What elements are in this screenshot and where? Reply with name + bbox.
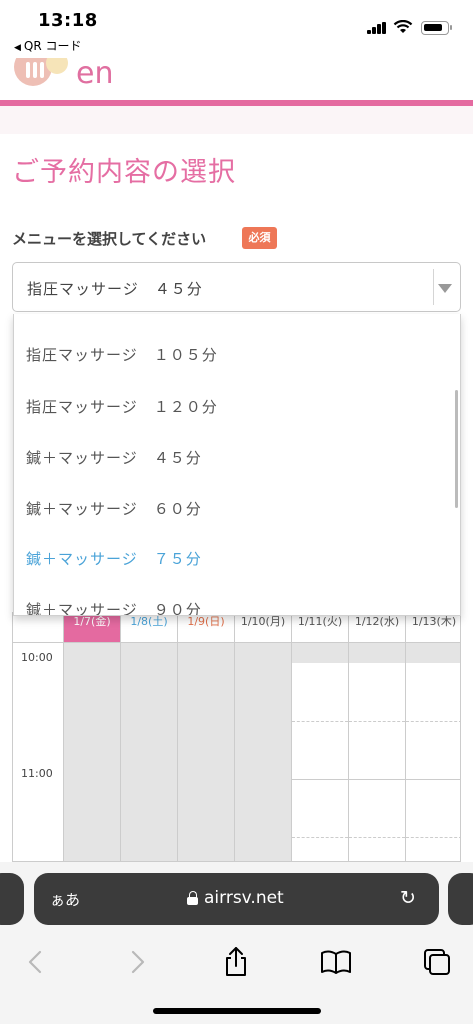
address-bar[interactable]: ぁあ airrsv.net ↻ — [34, 873, 439, 925]
logo-text: en — [76, 58, 114, 91]
back-app-label: QR コード — [23, 39, 82, 53]
select-divider — [433, 269, 434, 305]
chevron-right-icon[interactable] — [117, 942, 157, 982]
calendar-time-label: 11:00 — [21, 767, 53, 780]
calendar-day-column[interactable]: 1/9(日) — [177, 613, 234, 861]
dropdown-option[interactable]: 鍼＋マッサージ ４５分 — [26, 447, 202, 468]
site-logo[interactable]: en — [0, 58, 473, 100]
calendar-day-header: 1/10(月) — [235, 613, 291, 643]
battery-icon — [421, 21, 452, 35]
calendar-time-label: 10:00 — [21, 651, 53, 664]
calendar-day-header: 1/9(日) — [178, 613, 234, 643]
menu-select[interactable]: 指圧マッサージ ４５分 — [12, 262, 461, 312]
url-text[interactable]: airrsv.net — [204, 888, 284, 908]
share-icon[interactable] — [216, 942, 256, 982]
availability-calendar: 10:00 11:00 1/7(金) 1/8(土) 1/9(日) 1/10(月)… — [12, 612, 461, 862]
calendar-day-header: 1/13(木) — [406, 613, 460, 643]
calendar-day-column[interactable]: 1/12(水) — [348, 613, 405, 861]
wifi-icon — [393, 20, 413, 33]
cellular-signal-icon — [367, 22, 387, 34]
dropdown-scrollbar[interactable] — [455, 390, 458, 508]
menu-field-label: メニューを選択してください — [12, 230, 207, 248]
menu-select-value: 指圧マッサージ ４５分 — [27, 280, 203, 298]
required-badge: 必須 — [242, 227, 277, 249]
chevron-down-icon — [438, 284, 452, 293]
calendar-day-column[interactable]: 1/11(火) — [291, 613, 348, 861]
lock-icon — [187, 891, 199, 905]
back-to-app-link[interactable]: ◀ QR コード — [14, 37, 82, 54]
calendar-day-column[interactable]: 1/13(木) — [405, 613, 460, 861]
page-title: ご予約内容の選択 — [12, 157, 236, 188]
calendar-day-header: 1/11(火) — [292, 613, 348, 643]
chevron-left-icon[interactable] — [16, 942, 56, 982]
next-tab-pill[interactable] — [448, 873, 473, 925]
previous-tab-pill[interactable] — [0, 873, 24, 925]
calendar-day-header: 1/7(金) — [64, 613, 120, 643]
calendar-day-header: 1/8(土) — [121, 613, 177, 643]
status-bar: 13:18 ◀ QR コード — [0, 0, 473, 58]
calendar-day-column[interactable]: 1/7(金) — [63, 613, 120, 861]
menu-dropdown-list[interactable]: 指圧マッサージ １０５分 指圧マッサージ １２０分 鍼＋マッサージ ４５分 鍼＋… — [13, 314, 461, 616]
reader-settings-button[interactable]: ぁあ — [50, 889, 80, 910]
tabs-icon[interactable] — [416, 942, 456, 982]
dropdown-option[interactable]: 鍼＋マッサージ ６０分 — [26, 498, 202, 519]
dropdown-option[interactable]: 指圧マッサージ １２０分 — [26, 396, 218, 417]
header-band — [0, 106, 473, 134]
calendar-day-column[interactable]: 1/10(月) — [234, 613, 291, 861]
reload-icon[interactable]: ↻ — [400, 887, 416, 909]
calendar-time-column: 10:00 11:00 — [13, 613, 63, 861]
calendar-day-column[interactable]: 1/8(土) — [120, 613, 177, 861]
back-triangle-icon: ◀ — [14, 43, 21, 53]
dropdown-option[interactable]: 指圧マッサージ １０５分 — [26, 344, 218, 365]
book-icon[interactable] — [316, 942, 356, 982]
dropdown-option-selected[interactable]: 鍼＋マッサージ ７５分 — [26, 548, 202, 569]
status-time: 13:18 — [38, 10, 98, 31]
home-indicator[interactable] — [153, 1008, 321, 1014]
calendar-day-header: 1/12(水) — [349, 613, 405, 643]
logo-dot-icon — [46, 58, 68, 74]
dropdown-option[interactable]: 鍼＋マッサージ ９０分 — [26, 599, 202, 615]
